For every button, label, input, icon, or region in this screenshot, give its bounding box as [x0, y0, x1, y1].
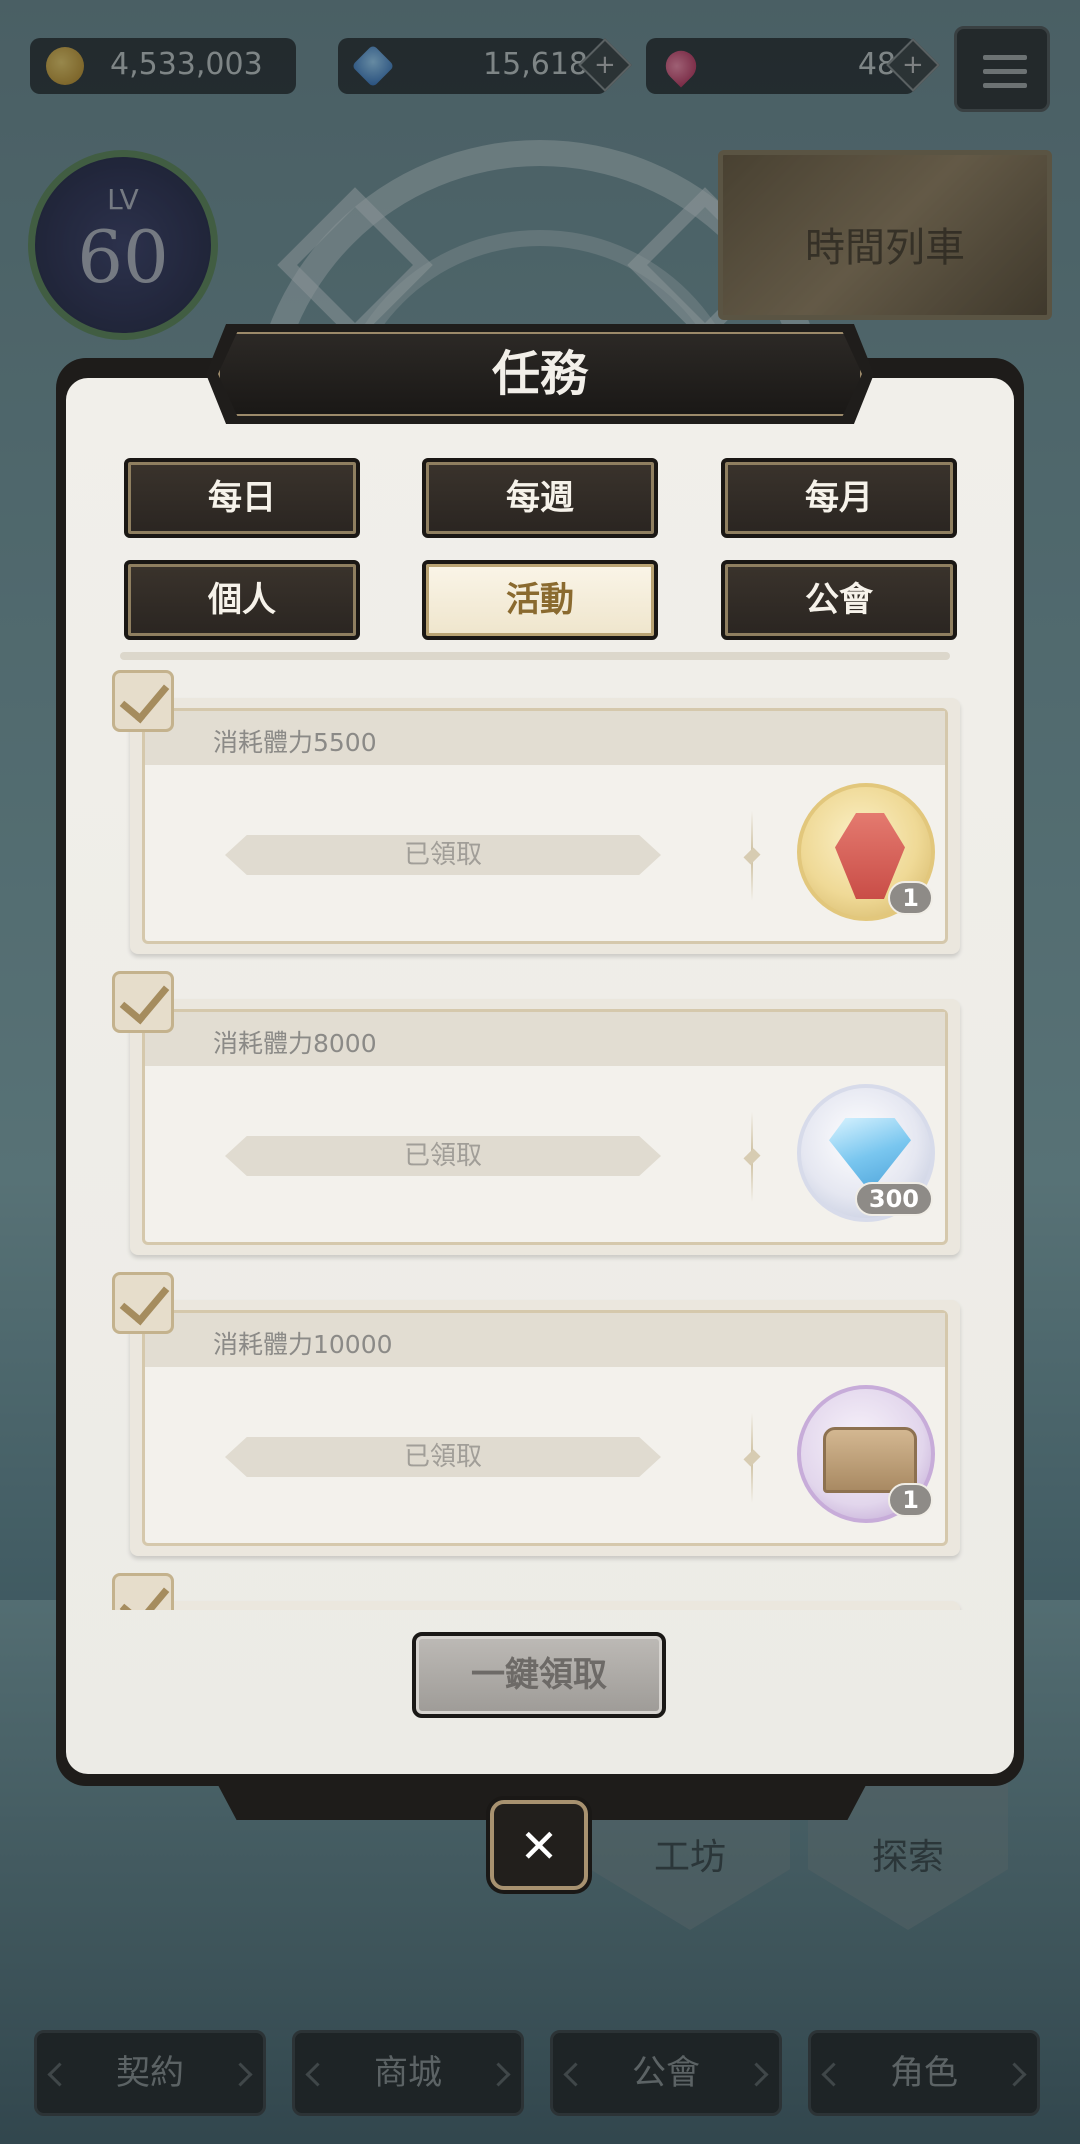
diamond-icon [829, 1118, 911, 1192]
task-card-body: 消耗體力5500 已領取 1 [142, 708, 948, 944]
completed-checkbox-icon [112, 1272, 174, 1334]
divider-ornament [747, 1112, 757, 1202]
reward-count: 1 [888, 1483, 933, 1517]
reward-count: 1 [888, 881, 933, 915]
task-card: 消耗體力8000 已領取 300 [130, 999, 960, 1255]
modal-title: 任務 [491, 346, 588, 402]
claim-all-button[interactable]: 一鍵領取 [412, 1632, 666, 1718]
task-name: 消耗體力5500 [213, 728, 377, 757]
task-card: 消耗體力10000 已領取 1 [130, 1300, 960, 1556]
completed-checkbox-icon [112, 670, 174, 732]
task-card-body: 消耗體力10000 已領取 1 [142, 1310, 948, 1546]
claimed-status: 已領取 [225, 1136, 661, 1176]
tab-daily[interactable]: 每日 [124, 458, 360, 538]
claimed-status: 已領取 [225, 835, 661, 875]
task-card [130, 1601, 960, 1610]
close-icon: ✕ [519, 1819, 559, 1873]
tab-personal[interactable]: 個人 [124, 560, 360, 640]
tab-weekly[interactable]: 每週 [422, 458, 658, 538]
tab-monthly[interactable]: 每月 [721, 458, 957, 538]
close-button[interactable]: ✕ [490, 1800, 588, 1890]
completed-checkbox-icon [112, 971, 174, 1033]
claimed-status: 已領取 [225, 1437, 661, 1477]
task-name: 消耗體力10000 [213, 1330, 393, 1359]
reward-count: 300 [854, 1182, 933, 1216]
tab-guild[interactable]: 公會 [721, 560, 957, 640]
completed-checkbox-icon [112, 1573, 174, 1610]
reward-item[interactable]: 1 [797, 783, 935, 921]
task-card-body: 消耗體力8000 已領取 300 [142, 1009, 948, 1245]
task-list[interactable]: 消耗體力5500 已領取 1 消耗體力8000 已領取 300 消耗體力1000… [112, 656, 972, 1610]
reward-item[interactable]: 1 [797, 1385, 935, 1523]
divider-ornament [747, 811, 757, 901]
task-card: 消耗體力5500 已領取 1 [130, 698, 960, 954]
tab-event[interactable]: 活動 [422, 560, 658, 640]
divider-ornament [747, 1413, 757, 1503]
reward-item[interactable]: 300 [797, 1084, 935, 1222]
task-name: 消耗體力8000 [213, 1029, 377, 1058]
